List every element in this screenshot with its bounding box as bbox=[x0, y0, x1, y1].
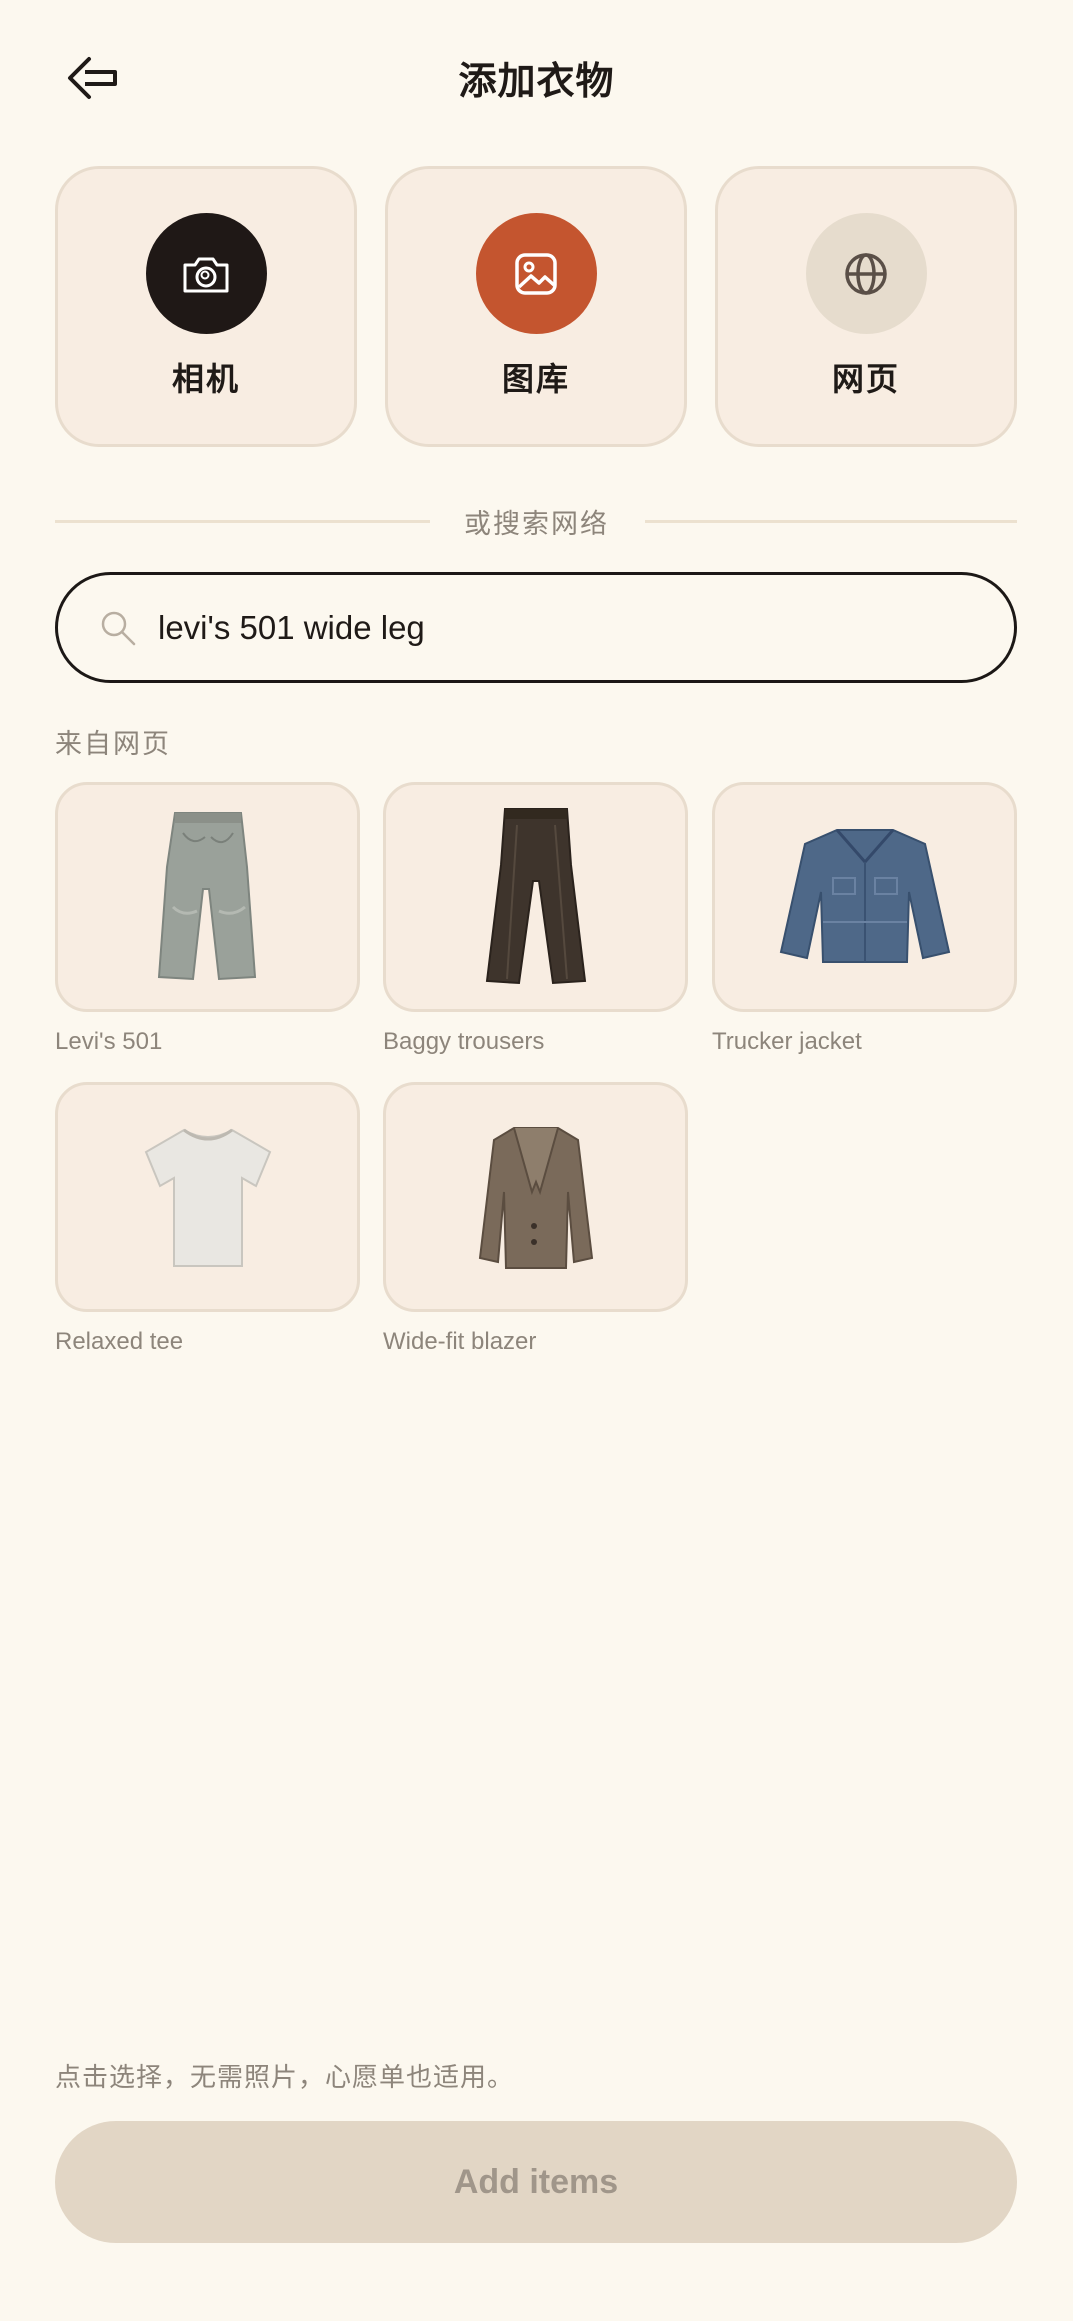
divider-label: 或搜索网络 bbox=[464, 509, 609, 540]
source-web-label: 网页 bbox=[831, 360, 900, 398]
result-item-card[interactable] bbox=[383, 782, 688, 1012]
globe-icon bbox=[805, 213, 927, 334]
result-item-caption: Baggy trousers bbox=[383, 1028, 545, 1055]
result-item-caption: Relaxed tee bbox=[55, 1328, 184, 1355]
jeans-icon bbox=[157, 812, 256, 981]
result-item-caption: Levi's 501 bbox=[55, 1028, 163, 1055]
result-item-card[interactable] bbox=[55, 782, 360, 1012]
source-gallery-card[interactable]: 图库 bbox=[385, 166, 687, 447]
image-icon bbox=[475, 213, 597, 334]
page-title: 添加衣物 bbox=[458, 59, 615, 103]
source-camera-label: 相机 bbox=[171, 360, 240, 398]
source-web-card[interactable]: 网页 bbox=[715, 166, 1017, 447]
result-item-card[interactable] bbox=[712, 782, 1017, 1012]
result-item-caption: Wide-fit blazer bbox=[383, 1328, 537, 1355]
hint-text: 点击选择，无需照片，心愿单也适用。 bbox=[55, 2063, 515, 2093]
jacket-icon bbox=[779, 829, 950, 963]
search-bar[interactable] bbox=[55, 572, 1017, 683]
add-items-button[interactable]: Add items bbox=[55, 2121, 1017, 2243]
trousers-icon bbox=[485, 808, 586, 985]
search-icon bbox=[101, 611, 136, 645]
result-item-caption: Trucker jacket bbox=[712, 1028, 862, 1055]
source-gallery-label: 图库 bbox=[501, 360, 570, 398]
blazer-icon bbox=[478, 1127, 593, 1269]
source-camera-card[interactable]: 相机 bbox=[55, 166, 357, 447]
search-input[interactable] bbox=[158, 608, 958, 647]
results-section-label: 来自网页 bbox=[55, 729, 171, 760]
camera-icon bbox=[145, 213, 267, 334]
tshirt-icon bbox=[144, 1128, 271, 1267]
result-item-card[interactable] bbox=[55, 1082, 360, 1312]
result-item-card[interactable] bbox=[383, 1082, 688, 1312]
add-clothing-screen: 添加衣物 相机 图库 网页 或搜索网络 levi's 501 wide leg … bbox=[0, 0, 1073, 2321]
